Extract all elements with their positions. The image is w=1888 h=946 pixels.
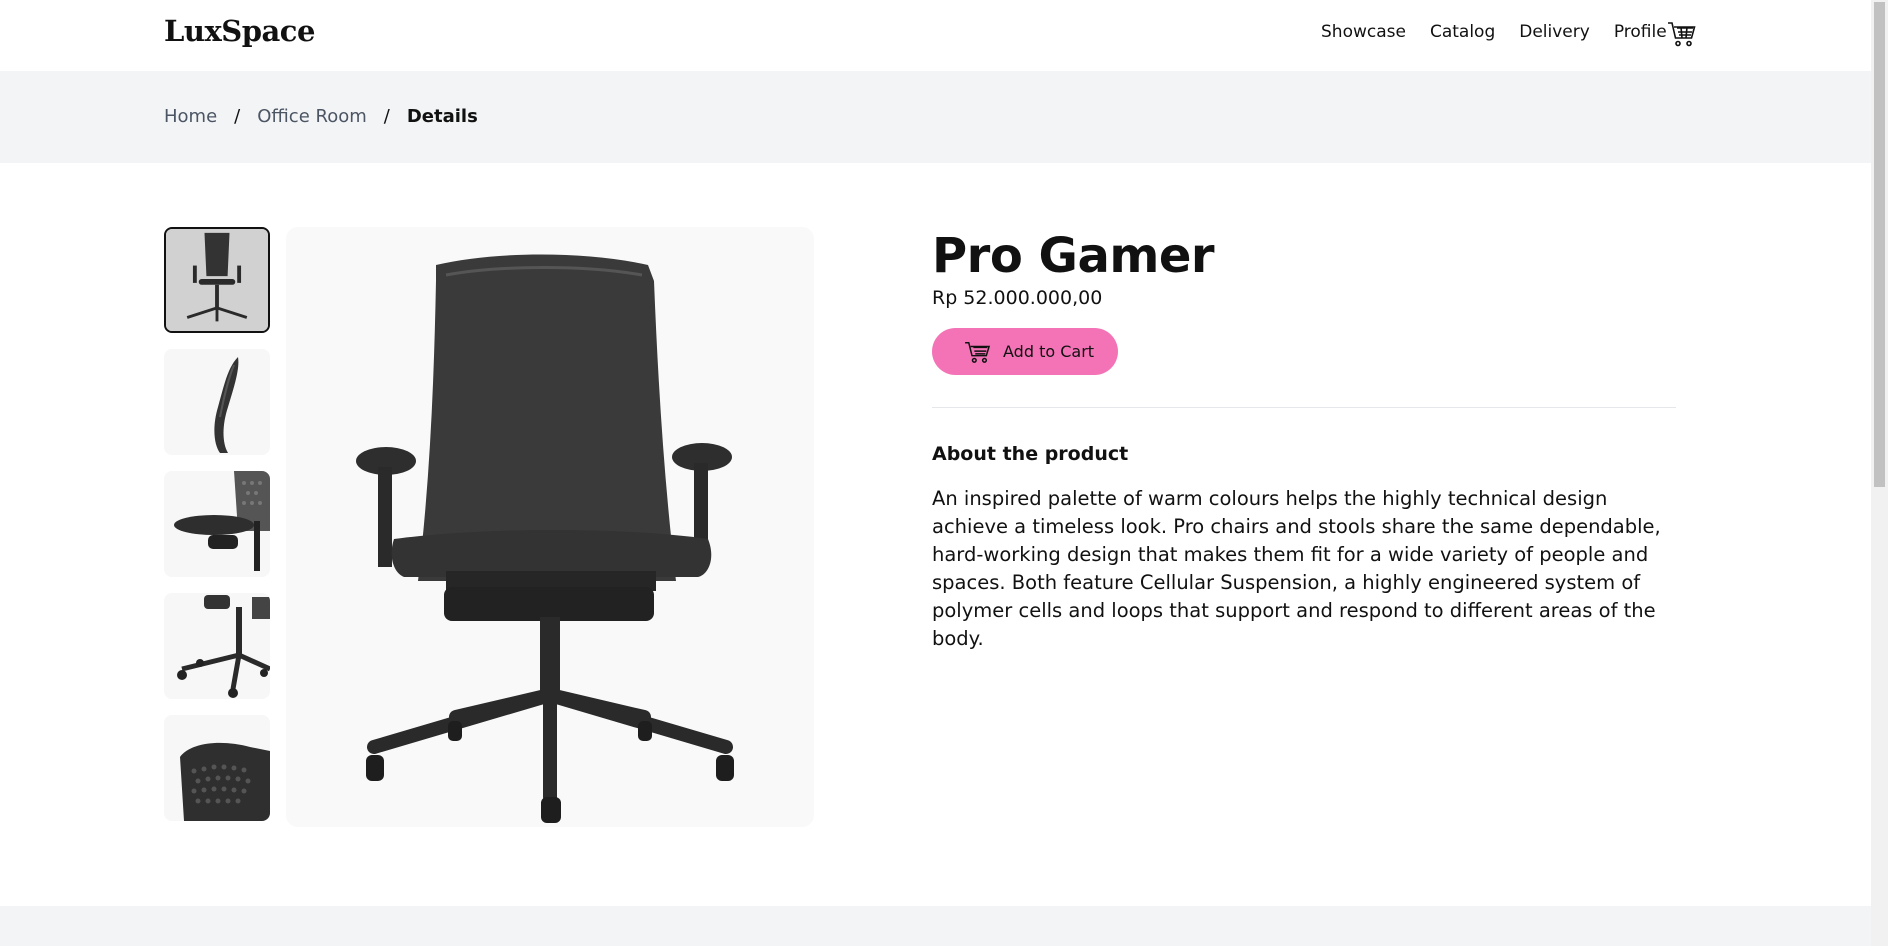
cart-icon bbox=[965, 341, 991, 363]
breadcrumb-category[interactable]: Office Room bbox=[257, 106, 367, 127]
breadcrumb: Home / Office Room / Details bbox=[0, 71, 1871, 163]
logo[interactable]: LuxSpace bbox=[164, 14, 315, 48]
product-description: An inspired palette of warm colours help… bbox=[932, 487, 1661, 650]
nav-catalog[interactable]: Catalog bbox=[1430, 22, 1495, 42]
about-heading: About the product bbox=[932, 443, 1129, 465]
site-header: LuxSpace Showcase Catalog Delivery Profi… bbox=[0, 0, 1871, 71]
thumbnail-chair-front[interactable] bbox=[164, 227, 270, 333]
footer-strip bbox=[0, 906, 1871, 946]
scrollbar-thumb[interactable] bbox=[1874, 2, 1885, 487]
product-price: Rp 52.000.000,00 bbox=[932, 287, 1103, 309]
nav-showcase[interactable]: Showcase bbox=[1321, 22, 1406, 42]
thumbnail-chair-base-detail[interactable] bbox=[164, 593, 270, 699]
breadcrumb-separator: / bbox=[234, 106, 241, 127]
logo-highlight: S bbox=[221, 14, 242, 48]
cart-icon[interactable] bbox=[1667, 20, 1697, 48]
thumbnail-chair-seat-detail[interactable] bbox=[164, 471, 270, 577]
breadcrumb-current: Details bbox=[406, 106, 478, 127]
main-product-image bbox=[286, 227, 814, 827]
add-to-cart-label: Add to Cart bbox=[1003, 342, 1095, 361]
divider bbox=[932, 407, 1676, 408]
page: LuxSpace Showcase Catalog Delivery Profi… bbox=[0, 0, 1871, 946]
thumbnail-list bbox=[164, 227, 270, 837]
thumbnail-chair-back-mesh[interactable] bbox=[164, 715, 270, 821]
thumbnail-chair-side-profile[interactable] bbox=[164, 349, 270, 455]
scrollbar[interactable] bbox=[1871, 0, 1888, 946]
nav-delivery[interactable]: Delivery bbox=[1519, 22, 1590, 42]
product-title: Pro Gamer bbox=[932, 228, 1215, 284]
nav-profile[interactable]: Profile bbox=[1614, 22, 1667, 42]
breadcrumb-separator: / bbox=[383, 106, 390, 127]
breadcrumb-home[interactable]: Home bbox=[164, 106, 217, 127]
main-nav: Showcase Catalog Delivery Profile bbox=[1321, 22, 1667, 42]
add-to-cart-button[interactable]: Add to Cart bbox=[932, 328, 1118, 375]
